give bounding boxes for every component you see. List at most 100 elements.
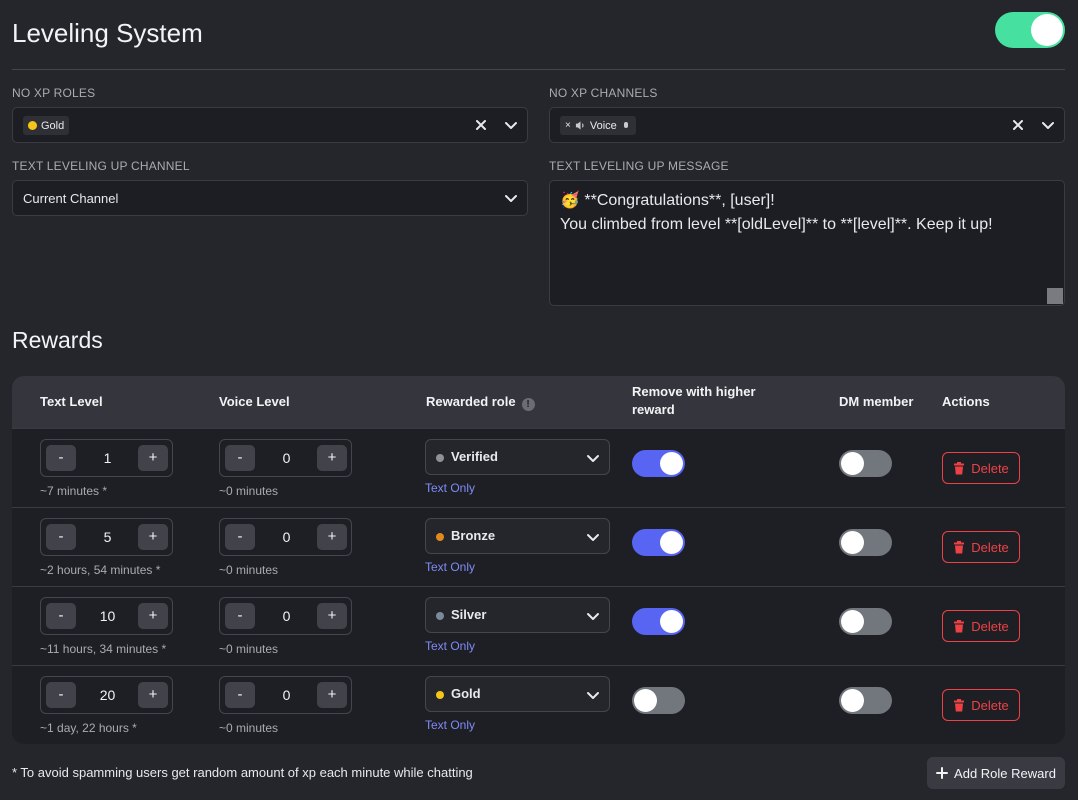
text-level-stepper[interactable]: - 5 + bbox=[40, 518, 173, 556]
decrement-button[interactable]: - bbox=[225, 445, 255, 471]
chevron-down-icon bbox=[587, 455, 599, 462]
text-level-value[interactable]: 5 bbox=[77, 529, 138, 545]
channel-chip-voice: × Voice bbox=[560, 116, 636, 135]
toggle-knob bbox=[841, 452, 864, 475]
increment-button[interactable]: + bbox=[317, 682, 347, 708]
voice-time-estimate: ~0 minutes bbox=[219, 642, 279, 656]
no-xp-channels-select[interactable]: × Voice bbox=[549, 107, 1065, 143]
message-line-2: You climbed from level **[oldLevel]** to… bbox=[560, 216, 993, 233]
dm-member-toggle[interactable] bbox=[839, 529, 892, 556]
delete-label: Delete bbox=[971, 697, 1009, 713]
toggle-knob bbox=[660, 610, 683, 633]
voice-time-estimate: ~0 minutes bbox=[219, 484, 279, 498]
info-icon[interactable]: ! bbox=[521, 398, 535, 411]
voice-level-value[interactable]: 0 bbox=[256, 687, 317, 703]
decrement-button[interactable]: - bbox=[225, 524, 255, 550]
remove-higher-toggle[interactable] bbox=[632, 450, 685, 477]
text-level-value[interactable]: 10 bbox=[77, 608, 138, 624]
decrement-button[interactable]: - bbox=[46, 524, 76, 550]
resize-handle[interactable] bbox=[1047, 288, 1063, 304]
delete-button[interactable]: Delete bbox=[942, 610, 1020, 642]
text-level-value[interactable]: 1 bbox=[77, 450, 138, 466]
decrement-button[interactable]: - bbox=[225, 682, 255, 708]
rewards-table: Text Level Voice Level Rewarded role! Re… bbox=[12, 376, 1065, 744]
role-select[interactable]: Bronze bbox=[425, 518, 610, 554]
decrement-button[interactable]: - bbox=[46, 682, 76, 708]
col-remove-higher: Remove with higher reward bbox=[632, 384, 756, 417]
chevron-down-icon[interactable] bbox=[503, 117, 519, 133]
remove-higher-toggle[interactable] bbox=[632, 687, 685, 714]
leveling-enabled-toggle[interactable] bbox=[995, 12, 1065, 48]
text-level-stepper[interactable]: - 20 + bbox=[40, 676, 173, 714]
dm-member-toggle[interactable] bbox=[839, 608, 892, 635]
trash-icon bbox=[954, 461, 965, 474]
role-color-dot bbox=[436, 691, 444, 699]
dm-member-toggle[interactable] bbox=[839, 687, 892, 714]
text-channel-select[interactable]: Current Channel bbox=[12, 180, 528, 216]
voice-level-value[interactable]: 0 bbox=[256, 529, 317, 545]
chip-remove-icon[interactable]: × bbox=[565, 120, 571, 131]
text-only-link[interactable]: Text Only bbox=[425, 560, 475, 574]
increment-button[interactable]: + bbox=[138, 682, 168, 708]
role-select[interactable]: Gold bbox=[425, 676, 610, 712]
delete-button[interactable]: Delete bbox=[942, 452, 1020, 484]
increment-button[interactable]: + bbox=[317, 524, 347, 550]
role-name: Verified bbox=[451, 449, 498, 464]
voice-level-value[interactable]: 0 bbox=[256, 450, 317, 466]
microphone-icon bbox=[623, 121, 628, 128]
no-xp-channels-label: NO XP CHANNELS bbox=[549, 86, 658, 100]
dm-member-toggle[interactable] bbox=[839, 450, 892, 477]
role-select[interactable]: Silver bbox=[425, 597, 610, 633]
role-name: Gold bbox=[451, 686, 481, 701]
text-only-link[interactable]: Text Only bbox=[425, 639, 475, 653]
delete-label: Delete bbox=[971, 618, 1009, 634]
add-role-reward-button[interactable]: Add Role Reward bbox=[927, 757, 1065, 789]
decrement-button[interactable]: - bbox=[46, 445, 76, 471]
table-row: - 5 + ~2 hours, 54 minutes * - 0 + ~0 mi… bbox=[12, 507, 1065, 586]
no-xp-roles-select[interactable]: Gold bbox=[12, 107, 528, 143]
voice-level-stepper[interactable]: - 0 + bbox=[219, 439, 352, 477]
decrement-button[interactable]: - bbox=[46, 603, 76, 629]
delete-button[interactable]: Delete bbox=[942, 689, 1020, 721]
table-row: - 10 + ~11 hours, 34 minutes * - 0 + ~0 … bbox=[12, 586, 1065, 665]
increment-button[interactable]: + bbox=[138, 603, 168, 629]
text-level-stepper[interactable]: - 10 + bbox=[40, 597, 173, 635]
trash-icon bbox=[954, 619, 965, 632]
increment-button[interactable]: + bbox=[317, 445, 347, 471]
chevron-down-icon bbox=[587, 534, 599, 541]
increment-button[interactable]: + bbox=[138, 445, 168, 471]
increment-button[interactable]: + bbox=[138, 524, 168, 550]
text-only-link[interactable]: Text Only bbox=[425, 718, 475, 732]
message-text: **Congratulations**, [user]! bbox=[579, 192, 775, 209]
increment-button[interactable]: + bbox=[317, 603, 347, 629]
col-rewarded-role-label: Rewarded role bbox=[426, 394, 516, 409]
clear-icon[interactable] bbox=[1010, 117, 1026, 133]
table-row: - 20 + ~1 day, 22 hours * - 0 + ~0 minut… bbox=[12, 665, 1065, 744]
remove-higher-toggle[interactable] bbox=[632, 529, 685, 556]
role-color-dot bbox=[436, 612, 444, 620]
chevron-down-icon[interactable] bbox=[503, 190, 519, 206]
text-message-label: TEXT LEVELING UP MESSAGE bbox=[549, 159, 729, 173]
chevron-down-icon bbox=[587, 692, 599, 699]
delete-label: Delete bbox=[971, 460, 1009, 476]
chip-label: Gold bbox=[41, 119, 65, 132]
role-select[interactable]: Verified bbox=[425, 439, 610, 475]
text-time-estimate: ~2 hours, 54 minutes * bbox=[40, 563, 161, 577]
voice-level-stepper[interactable]: - 0 + bbox=[219, 597, 352, 635]
text-message-textarea[interactable]: 🥳 **Congratulations**, [user]! You climb… bbox=[549, 180, 1065, 306]
chevron-down-icon[interactable] bbox=[1040, 117, 1056, 133]
text-only-link[interactable]: Text Only bbox=[425, 481, 475, 495]
remove-higher-toggle[interactable] bbox=[632, 608, 685, 635]
decrement-button[interactable]: - bbox=[225, 603, 255, 629]
text-level-value[interactable]: 20 bbox=[77, 687, 138, 703]
clear-icon[interactable] bbox=[473, 117, 489, 133]
voice-level-stepper[interactable]: - 0 + bbox=[219, 676, 352, 714]
voice-level-value[interactable]: 0 bbox=[256, 608, 317, 624]
text-level-stepper[interactable]: - 1 + bbox=[40, 439, 173, 477]
role-color-dot bbox=[436, 454, 444, 462]
voice-level-stepper[interactable]: - 0 + bbox=[219, 518, 352, 556]
toggle-knob bbox=[841, 531, 864, 554]
plus-icon bbox=[936, 767, 949, 779]
col-text-level: Text Level bbox=[40, 394, 103, 409]
delete-button[interactable]: Delete bbox=[942, 531, 1020, 563]
